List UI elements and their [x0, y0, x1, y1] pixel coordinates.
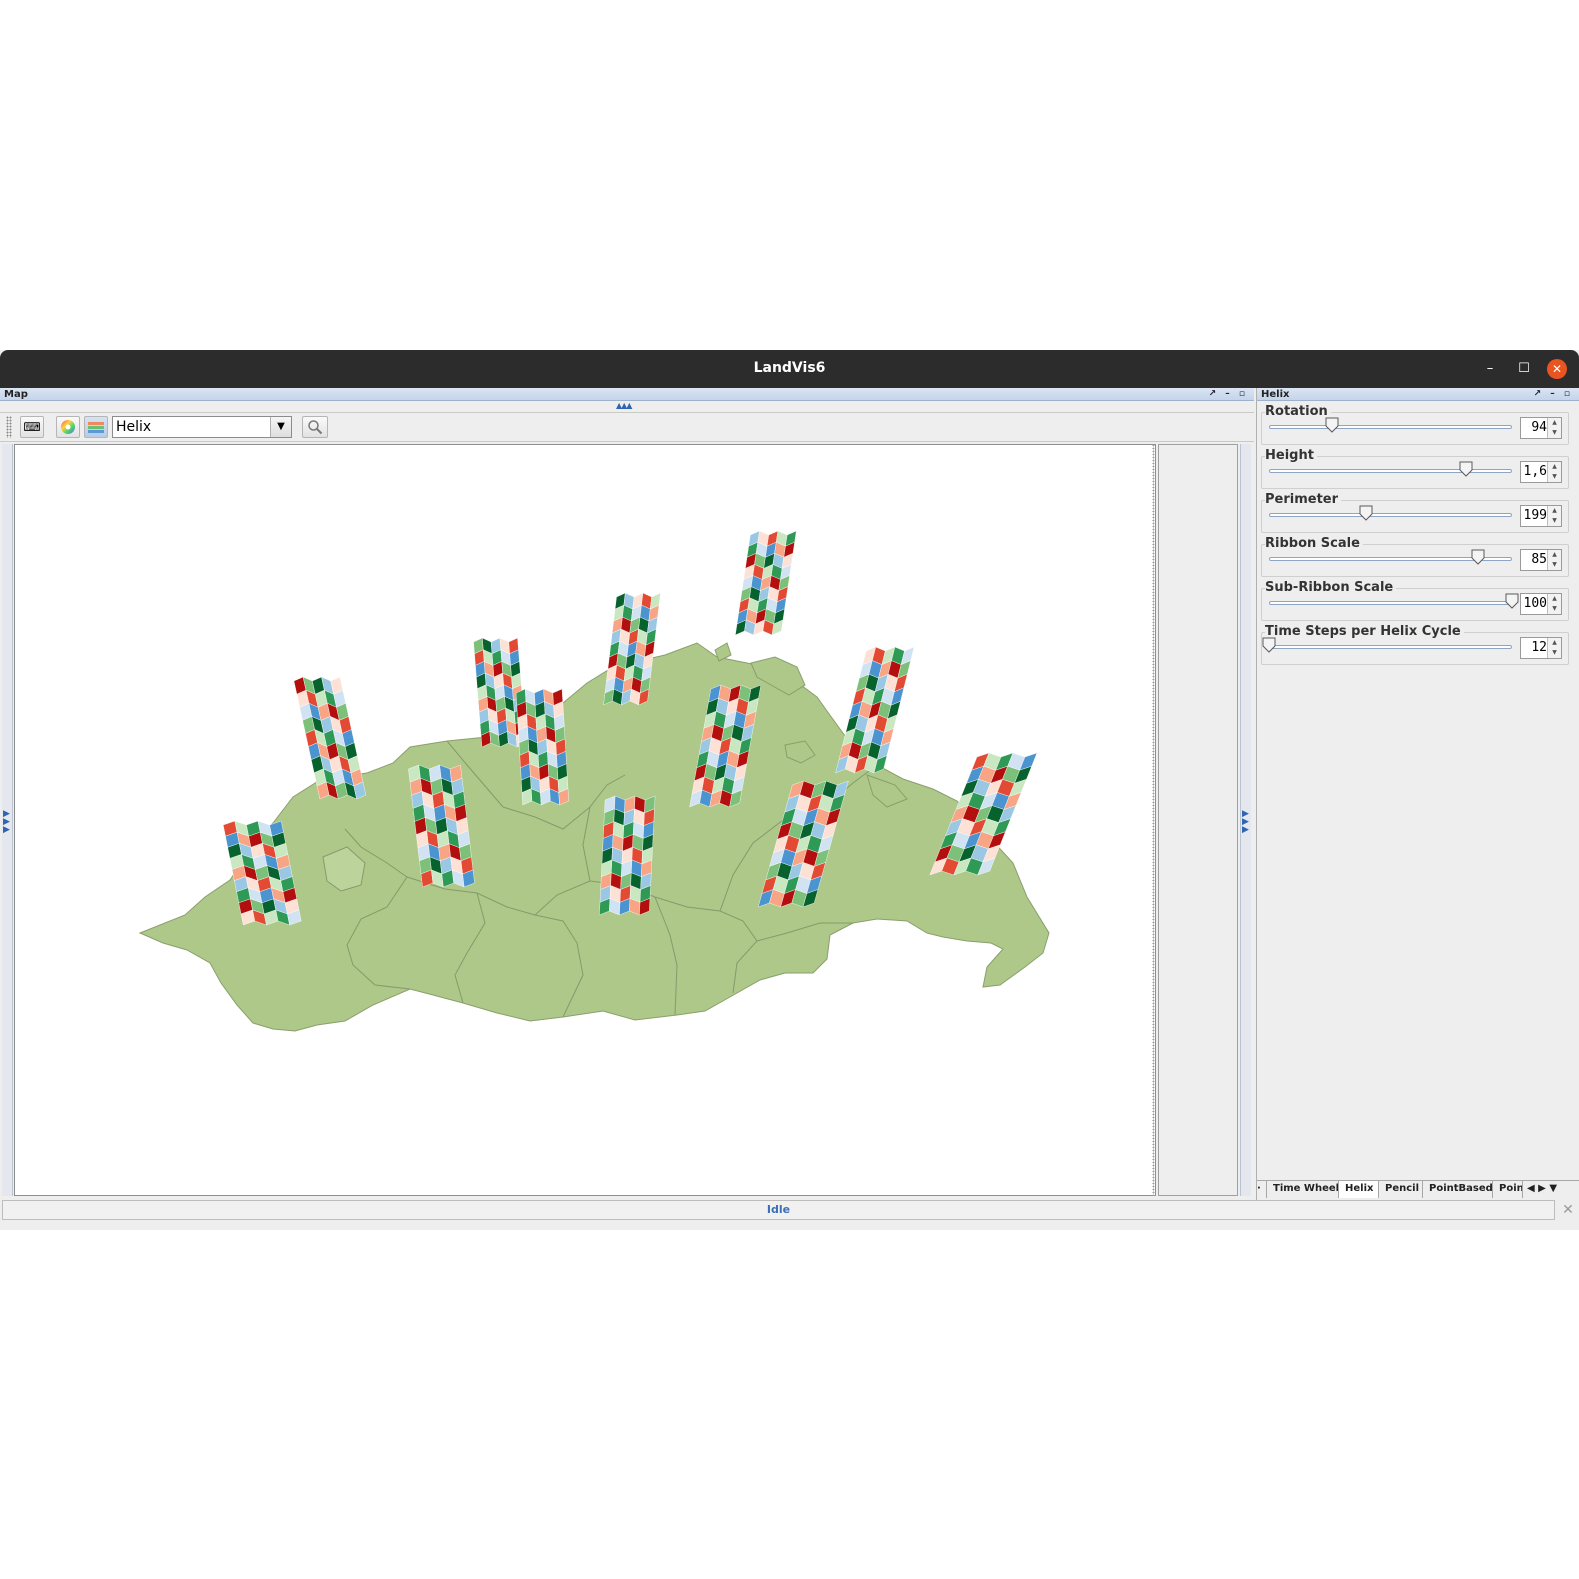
- panel-window-controls-icon[interactable]: ↗ – ▫: [1534, 388, 1573, 401]
- control-4: Sub-Ribbon Scale 100 ▲ ▼: [1261, 580, 1571, 622]
- slider-thumb[interactable]: [1262, 637, 1276, 653]
- status-bar: Idle ✕: [0, 1200, 1579, 1222]
- slider-thumb[interactable]: [1459, 461, 1473, 477]
- helix-panel-title: Helix: [1261, 389, 1290, 400]
- color-wheel-icon[interactable]: [56, 416, 80, 438]
- control-label: Rotation: [1265, 404, 1331, 419]
- slider-thumb[interactable]: [1471, 549, 1485, 565]
- toolbar-grip-icon[interactable]: [6, 416, 12, 438]
- helix-cell: [785, 530, 797, 547]
- spinner-arrows-icon[interactable]: ▲ ▼: [1547, 418, 1561, 438]
- keyboard-icon[interactable]: ⌨: [20, 416, 44, 438]
- app-window: LandVis6 – ☐ ✕ Map ↗ – ▫ ▲▲▲ ⌨ Helix ▼ ▶…: [0, 350, 1579, 1230]
- close-icon[interactable]: ✕: [1547, 359, 1567, 379]
- map-canvas[interactable]: [14, 444, 1156, 1196]
- magnifier-graphic: [308, 420, 323, 435]
- spinner-value[interactable]: 199: [1524, 508, 1547, 523]
- status-close-icon[interactable]: ✕: [1560, 1202, 1576, 1218]
- map-toolbar: ⌨ Helix ▼: [0, 412, 1254, 442]
- collapse-up-icon[interactable]: ▲▲▲: [616, 401, 633, 410]
- tab-point[interactable]: Point: [1493, 1181, 1523, 1198]
- tab-scroll-icons[interactable]: ◀ ▶ ▼: [1527, 1181, 1557, 1197]
- map-visualization[interactable]: [15, 445, 1155, 1195]
- control-2: Perimeter 199 ▲ ▼: [1261, 492, 1571, 534]
- value-spinner[interactable]: 1,6 ▲ ▼: [1520, 461, 1562, 483]
- control-label: Ribbon Scale: [1265, 536, 1363, 551]
- zoom-icon[interactable]: [302, 416, 328, 438]
- map-panel-title: Map: [4, 389, 28, 400]
- spinner-arrows-icon[interactable]: ▲ ▼: [1547, 594, 1561, 614]
- control-label: Time Steps per Helix Cycle: [1265, 624, 1464, 639]
- tab-helix[interactable]: Helix: [1339, 1181, 1379, 1198]
- control-1: Height 1,6 ▲ ▼: [1261, 448, 1571, 490]
- tab-pointbased[interactable]: PointBased: [1423, 1181, 1493, 1198]
- helix-glyph[interactable]: [599, 795, 656, 916]
- splitter-grip-icon[interactable]: [1152, 444, 1156, 1196]
- helix-glyph[interactable]: [293, 676, 367, 800]
- control-5: Time Steps per Helix Cycle 12 ▲ ▼: [1261, 624, 1571, 666]
- spinner-value[interactable]: 12: [1531, 640, 1547, 655]
- tab-overflow-left[interactable]: ·: [1257, 1181, 1267, 1198]
- spinner-value[interactable]: 100: [1524, 596, 1547, 611]
- slider-track[interactable]: [1269, 645, 1512, 649]
- value-spinner[interactable]: 100 ▲ ▼: [1520, 593, 1562, 615]
- map-panel: Map ↗ – ▫ ▲▲▲ ⌨ Helix ▼ ▶ ▶ ▶ ▶ ▶ ▶: [0, 388, 1254, 1210]
- helix-glyph[interactable]: [515, 688, 569, 806]
- helix-panel-header[interactable]: Helix ↗ – ▫: [1257, 388, 1579, 401]
- spinner-arrows-icon[interactable]: ▲ ▼: [1547, 462, 1561, 482]
- tab-time-wheel[interactable]: Time Wheel: [1267, 1181, 1339, 1198]
- status-text: Idle: [2, 1200, 1555, 1220]
- value-spinner[interactable]: 12 ▲ ▼: [1520, 637, 1562, 659]
- value-spinner[interactable]: 85 ▲ ▼: [1520, 549, 1562, 571]
- control-label: Height: [1265, 448, 1317, 463]
- slider-thumb[interactable]: [1505, 593, 1519, 609]
- tab-pencil[interactable]: Pencil: [1379, 1181, 1423, 1198]
- minimize-icon[interactable]: –: [1480, 359, 1500, 379]
- view-type-select[interactable]: Helix ▼: [112, 416, 292, 438]
- spinner-arrows-icon[interactable]: ▲ ▼: [1547, 506, 1561, 526]
- spinner-value[interactable]: 1,6: [1524, 464, 1547, 479]
- spinner-value[interactable]: 85: [1531, 552, 1547, 567]
- color-wheel-graphic: [61, 420, 75, 434]
- helix-settings-panel: Helix ↗ – ▫ Rotation 94 ▲ ▼ Height 1,6 ▲ ▼ Perim…: [1256, 388, 1579, 1210]
- chevron-down-icon[interactable]: ▼: [270, 417, 291, 437]
- right-dock-strip[interactable]: ▶ ▶ ▶: [1240, 444, 1251, 1196]
- left-dock-strip[interactable]: ▶ ▶ ▶: [2, 444, 13, 1196]
- window-title: LandVis6: [753, 360, 826, 376]
- title-bar[interactable]: LandVis6 – ☐ ✕: [0, 350, 1579, 388]
- helix-glyph[interactable]: [835, 646, 915, 774]
- spinner-arrows-icon[interactable]: ▲ ▼: [1547, 550, 1561, 570]
- expand-left-icon[interactable]: ▶ ▶ ▶: [3, 810, 10, 835]
- helix-view-icon[interactable]: [84, 416, 108, 438]
- slider-thumb[interactable]: [1325, 417, 1339, 433]
- control-label: Sub-Ribbon Scale: [1265, 580, 1397, 595]
- value-spinner[interactable]: 199 ▲ ▼: [1520, 505, 1562, 527]
- expand-right-icon[interactable]: ▶ ▶ ▶: [1242, 810, 1249, 835]
- maximize-icon[interactable]: ☐: [1514, 359, 1534, 379]
- panel-window-controls-icon[interactable]: ↗ – ▫: [1209, 388, 1248, 401]
- slider-thumb[interactable]: [1359, 505, 1373, 521]
- helix-glyph[interactable]: [735, 530, 797, 636]
- spinner-value[interactable]: 94: [1531, 420, 1547, 435]
- map-panel-header[interactable]: Map ↗ – ▫: [0, 388, 1254, 401]
- slider-track[interactable]: [1269, 601, 1512, 605]
- control-0: Rotation 94 ▲ ▼: [1261, 404, 1571, 446]
- helix-view-graphic: [88, 422, 104, 433]
- slider-track[interactable]: [1269, 425, 1512, 429]
- control-label: Perimeter: [1265, 492, 1342, 507]
- slider-track[interactable]: [1269, 469, 1512, 473]
- spinner-arrows-icon[interactable]: ▲ ▼: [1547, 638, 1561, 658]
- helix-tab-bar: · Time Wheel Helix Pencil PointBased Poi…: [1257, 1180, 1579, 1199]
- legend-area: [1158, 444, 1238, 1196]
- view-type-value: Helix: [116, 419, 152, 435]
- control-3: Ribbon Scale 85 ▲ ▼: [1261, 536, 1571, 578]
- slider-track[interactable]: [1269, 513, 1512, 517]
- value-spinner[interactable]: 94 ▲ ▼: [1520, 417, 1562, 439]
